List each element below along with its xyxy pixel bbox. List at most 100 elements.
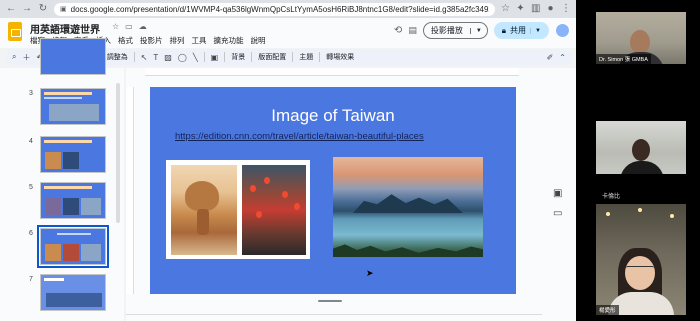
menu-extensions[interactable]: 擴充功能 xyxy=(214,35,244,46)
thumb-image xyxy=(81,244,101,261)
slides-logo-icon[interactable] xyxy=(8,22,22,41)
present-dropdown-icon[interactable]: ▼ xyxy=(469,27,487,34)
lantern-shape xyxy=(294,203,300,210)
thumb-title xyxy=(44,140,92,143)
add-comment-icon[interactable]: ▣ xyxy=(211,53,219,62)
account-avatar[interactable] xyxy=(555,23,570,38)
glasses-shape xyxy=(626,266,654,273)
sidebar-icon[interactable]: ▥ xyxy=(531,4,540,14)
light-shape xyxy=(638,208,642,212)
slide-number: 3 xyxy=(29,90,33,97)
slide-thumbnail[interactable] xyxy=(40,274,106,311)
keep-icon[interactable]: ▣ xyxy=(553,188,562,199)
thumb-title xyxy=(44,278,64,281)
line-icon[interactable]: ╲ xyxy=(193,53,198,62)
menu-arrange[interactable]: 排列 xyxy=(170,35,185,46)
lantern-shape xyxy=(250,185,256,192)
slide-thumb-row[interactable]: 7 xyxy=(0,274,124,314)
shape-icon[interactable]: ◯ xyxy=(178,53,187,62)
toolbar-divider xyxy=(133,52,135,62)
slide-thumb-row[interactable] xyxy=(0,38,124,78)
forward-icon[interactable]: → xyxy=(22,4,32,14)
slide-thumbnail[interactable] xyxy=(40,38,106,75)
move-folder-icon[interactable]: ▭ xyxy=(125,22,133,31)
participant-caption: 卡倫比 xyxy=(602,194,621,200)
participant-tile[interactable] xyxy=(596,121,686,174)
slide-thumbnail[interactable] xyxy=(40,136,106,173)
document-title[interactable]: 用英語環遊世界 xyxy=(30,21,100,36)
filmstrip-scrollbar[interactable] xyxy=(116,83,120,223)
layout-button[interactable]: 版面配置 xyxy=(258,52,286,62)
pen-tool-icon[interactable]: ✐ xyxy=(547,53,554,62)
lantern-shape xyxy=(264,177,270,184)
share-button[interactable]: 🔒︎ 共用 ▼ xyxy=(493,22,549,39)
menu-help[interactable]: 說明 xyxy=(251,35,266,46)
menu-format[interactable]: 格式 xyxy=(118,35,133,46)
speaker-notes-bar[interactable] xyxy=(126,314,542,321)
star-icon[interactable]: ☆ xyxy=(112,22,119,31)
address-bar[interactable]: ▣ docs.google.com/presentation/d/1WVMP4-… xyxy=(54,2,495,16)
thumb-title xyxy=(44,92,92,95)
present-label: 投影播放 xyxy=(430,26,463,35)
share-dropdown-icon[interactable]: ▼ xyxy=(530,27,541,34)
theme-button[interactable]: 主題 xyxy=(299,52,313,62)
reload-icon[interactable]: ↻ xyxy=(38,4,48,14)
header-actions: ⟲ ▤ 投影播放 ▼ 🔒︎ 共用 ▼ xyxy=(394,22,570,39)
thumb-image xyxy=(63,152,79,169)
mountain-shape xyxy=(353,194,463,213)
slide-thumb-row[interactable]: 6 xyxy=(0,225,124,268)
participant-tile[interactable]: Dr. Simon 張 GMBA xyxy=(596,12,686,64)
thumb-image xyxy=(46,293,102,307)
slide-thumbnail[interactable] xyxy=(40,182,106,219)
participant-face xyxy=(625,256,655,290)
thumb-image xyxy=(49,104,99,121)
text-box-icon[interactable]: T xyxy=(153,53,158,62)
light-shape xyxy=(606,212,610,216)
slide-thumb-row[interactable]: 4 xyxy=(0,136,124,176)
present-button[interactable]: 投影播放 ▼ xyxy=(422,22,488,39)
thumb-image xyxy=(63,244,79,261)
select-icon[interactable]: ↖ xyxy=(141,53,148,62)
participant-name: Dr. Simon 張 GMBA xyxy=(596,54,651,64)
share-lock-icon: 🔒︎ xyxy=(501,25,507,35)
menu-slide[interactable]: 投影片 xyxy=(140,35,163,46)
collapse-toolbar-icon[interactable]: ⌃ xyxy=(559,53,566,62)
sun-moon-lake-photo[interactable] xyxy=(333,157,483,257)
background-button[interactable]: 背景 xyxy=(231,52,245,62)
toolbar-divider xyxy=(224,52,226,62)
lantern-shape xyxy=(256,211,262,218)
participant-name: 楊愛彤 xyxy=(596,305,619,315)
zoom-select[interactable]: 調整為 xyxy=(107,52,128,62)
bookmark-star-icon[interactable]: ☆ xyxy=(501,4,510,14)
slide-number: 6 xyxy=(29,230,33,237)
browser-menu-icon[interactable]: ⋮ xyxy=(561,4,571,14)
profile-icon[interactable]: ● xyxy=(546,4,555,14)
comments-icon[interactable]: ▤ xyxy=(408,25,417,36)
slide-link[interactable]: https://edition.cnn.com/travel/article/t… xyxy=(175,131,424,142)
folder-icon[interactable]: ▭ xyxy=(553,208,562,219)
transition-button[interactable]: 轉場效果 xyxy=(326,52,354,62)
new-slide-icon[interactable]: ＋ xyxy=(22,52,30,63)
cloud-status-icon[interactable]: ☁ xyxy=(139,22,147,31)
slide-thumbnail[interactable] xyxy=(40,88,106,125)
slide-filmstrip: 3 4 5 6 7 xyxy=(0,38,124,321)
menu-tools[interactable]: 工具 xyxy=(192,35,207,46)
slide-title[interactable]: Image of Taiwan xyxy=(150,106,516,126)
slide-thumb-row[interactable]: 5 xyxy=(0,182,124,222)
version-history-icon[interactable]: ⟲ xyxy=(394,25,402,36)
thumb-title xyxy=(44,186,92,189)
photo-collage[interactable] xyxy=(166,160,310,259)
thumb-image xyxy=(45,244,61,261)
toolbar-divider xyxy=(251,52,253,62)
image-icon[interactable]: ▨ xyxy=(164,53,172,62)
participant-tile[interactable]: 楊愛彤 xyxy=(596,204,686,315)
slide-thumbnail-selected[interactable] xyxy=(37,225,109,268)
horizontal-ruler xyxy=(145,68,519,76)
back-icon[interactable]: ← xyxy=(6,4,16,14)
search-menus-icon[interactable]: ⌕ xyxy=(12,52,16,62)
thumb-image xyxy=(63,198,79,215)
current-slide[interactable]: Image of Taiwan https://edition.cnn.com/… xyxy=(150,87,516,294)
notes-resize-handle[interactable] xyxy=(318,300,342,302)
extensions-icon[interactable]: ✦ xyxy=(516,4,525,14)
slide-thumb-row[interactable]: 3 xyxy=(0,88,124,128)
